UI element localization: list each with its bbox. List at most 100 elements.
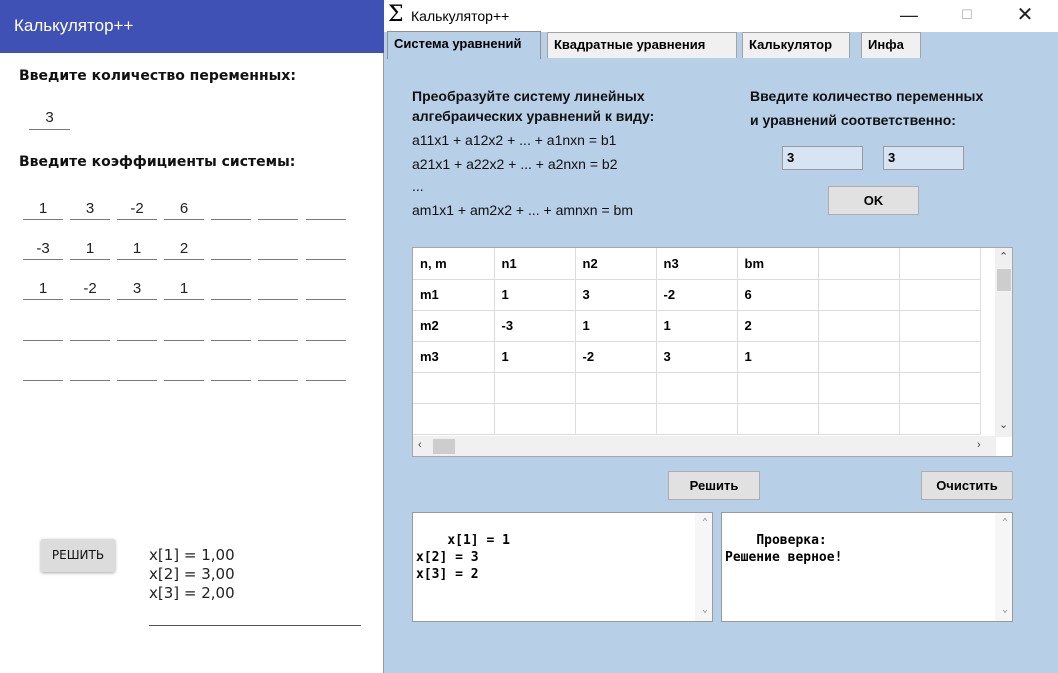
scroll-left-icon[interactable]: ‹ <box>418 439 422 451</box>
scroll-up-icon[interactable]: ⌃ <box>702 514 708 531</box>
coef-input[interactable] <box>258 319 298 341</box>
table-cell[interactable]: -3 <box>494 310 576 342</box>
table-header-cell[interactable]: n3 <box>656 248 738 280</box>
table-cell[interactable]: -2 <box>575 341 657 373</box>
table-cell[interactable] <box>899 279 981 311</box>
table-cell[interactable] <box>494 403 576 435</box>
coef-input[interactable] <box>306 359 346 381</box>
coef-input[interactable] <box>70 359 110 381</box>
coef-input[interactable]: 3 <box>117 278 157 300</box>
coef-input[interactable]: 1 <box>117 238 157 260</box>
table-cell[interactable]: m3 <box>413 341 495 373</box>
check-output[interactable]: Проверка: Решение верное! ⌃ ⌄ <box>721 512 1013 622</box>
coef-input[interactable] <box>70 319 110 341</box>
close-button[interactable]: ✕ <box>1002 0 1048 32</box>
table-cell[interactable] <box>575 372 657 404</box>
scroll-down-icon[interactable]: ⌄ <box>1002 601 1008 618</box>
maximize-button[interactable]: ☐ <box>944 0 990 32</box>
table-cell[interactable]: 1 <box>494 279 576 311</box>
table-cell[interactable] <box>899 372 981 404</box>
table-cell[interactable] <box>899 341 981 373</box>
table-header-cell[interactable]: n, m <box>413 248 495 280</box>
coef-input[interactable] <box>306 319 346 341</box>
coef-input[interactable] <box>258 278 298 300</box>
table-cell[interactable] <box>818 310 900 342</box>
table-cell[interactable]: 2 <box>737 310 819 342</box>
coef-input[interactable]: 1 <box>23 278 63 300</box>
coef-input[interactable] <box>164 359 204 381</box>
m-input[interactable]: 3 <box>883 146 964 170</box>
table-cell[interactable]: m1 <box>413 279 495 311</box>
vertical-scrollbar[interactable]: ⌃ ⌄ <box>695 513 712 621</box>
solve-button[interactable]: РЕШИТЬ <box>41 539 115 572</box>
scroll-down-icon[interactable]: ⌄ <box>702 601 708 618</box>
coef-input[interactable] <box>258 198 298 220</box>
table-cell[interactable]: 1 <box>494 341 576 373</box>
table-cell[interactable]: m2 <box>413 310 495 342</box>
var-count-input[interactable]: 3 <box>29 106 70 130</box>
table-cell[interactable] <box>494 372 576 404</box>
coef-input[interactable] <box>211 359 251 381</box>
vertical-scrollbar[interactable]: ⌃ ⌄ <box>995 248 1012 437</box>
coef-input[interactable] <box>258 359 298 381</box>
table-cell[interactable]: 1 <box>737 341 819 373</box>
table-header-cell[interactable]: n2 <box>575 248 657 280</box>
coef-input[interactable]: 1 <box>23 198 63 220</box>
scroll-up-icon[interactable]: ⌃ <box>1002 514 1008 531</box>
table-cell[interactable]: 3 <box>656 341 738 373</box>
table-cell[interactable]: 1 <box>656 310 738 342</box>
coef-input[interactable]: -3 <box>23 238 63 260</box>
tab-info[interactable]: Инфа <box>861 32 921 58</box>
coef-input[interactable]: -2 <box>70 278 110 300</box>
table-cell[interactable]: 3 <box>575 279 657 311</box>
coef-input[interactable] <box>117 319 157 341</box>
solve-button[interactable]: Решить <box>668 471 760 500</box>
table-cell[interactable] <box>413 403 495 435</box>
coef-input[interactable] <box>211 238 251 260</box>
table-cell[interactable] <box>656 403 738 435</box>
coef-input[interactable] <box>258 238 298 260</box>
table-cell[interactable] <box>818 341 900 373</box>
table-cell[interactable] <box>818 403 900 435</box>
clear-button[interactable]: Очистить <box>921 471 1013 500</box>
coef-input[interactable] <box>211 198 251 220</box>
scroll-thumb[interactable] <box>997 269 1011 291</box>
table-cell[interactable]: 1 <box>575 310 657 342</box>
table-cell[interactable]: -2 <box>656 279 738 311</box>
tab-calculator[interactable]: Калькулятор <box>742 32 850 58</box>
coef-input[interactable]: 1 <box>164 278 204 300</box>
table-cell[interactable] <box>575 403 657 435</box>
table-cell[interactable] <box>413 372 495 404</box>
table-cell[interactable] <box>737 403 819 435</box>
scroll-up-icon[interactable]: ⌃ <box>999 250 1008 263</box>
vertical-scrollbar[interactable]: ⌃ ⌄ <box>995 513 1012 621</box>
table-cell[interactable]: 6 <box>737 279 819 311</box>
coef-input[interactable]: 3 <box>70 198 110 220</box>
coef-input[interactable]: 1 <box>70 238 110 260</box>
scroll-down-icon[interactable]: ⌄ <box>999 418 1008 431</box>
table-header-cell[interactable]: bm <box>737 248 819 280</box>
coef-input[interactable]: 6 <box>164 198 204 220</box>
table-cell[interactable] <box>737 372 819 404</box>
tab-linear-system[interactable]: Система уравнений <box>387 31 541 59</box>
coef-input[interactable] <box>306 198 346 220</box>
scroll-thumb[interactable] <box>433 439 455 454</box>
coef-input[interactable] <box>23 319 63 341</box>
coef-input[interactable]: 2 <box>164 238 204 260</box>
minimize-button[interactable]: — <box>886 0 932 32</box>
table-cell[interactable] <box>899 310 981 342</box>
solution-output[interactable]: x[1] = 1 x[2] = 3 x[3] = 2 ⌃ ⌄ <box>412 512 713 622</box>
table-cell[interactable] <box>818 372 900 404</box>
coef-input[interactable] <box>164 319 204 341</box>
coef-input[interactable]: -2 <box>117 198 157 220</box>
scroll-right-icon[interactable]: › <box>977 439 981 451</box>
table-header-cell[interactable] <box>899 248 981 280</box>
horizontal-scrollbar[interactable]: ‹ › <box>413 436 996 456</box>
ok-button[interactable]: OK <box>828 186 919 215</box>
coef-input[interactable] <box>23 359 63 381</box>
coef-input[interactable] <box>211 319 251 341</box>
coef-input[interactable] <box>306 238 346 260</box>
table-header-cell[interactable] <box>818 248 900 280</box>
table-cell[interactable] <box>899 403 981 435</box>
n-input[interactable]: 3 <box>782 146 863 170</box>
